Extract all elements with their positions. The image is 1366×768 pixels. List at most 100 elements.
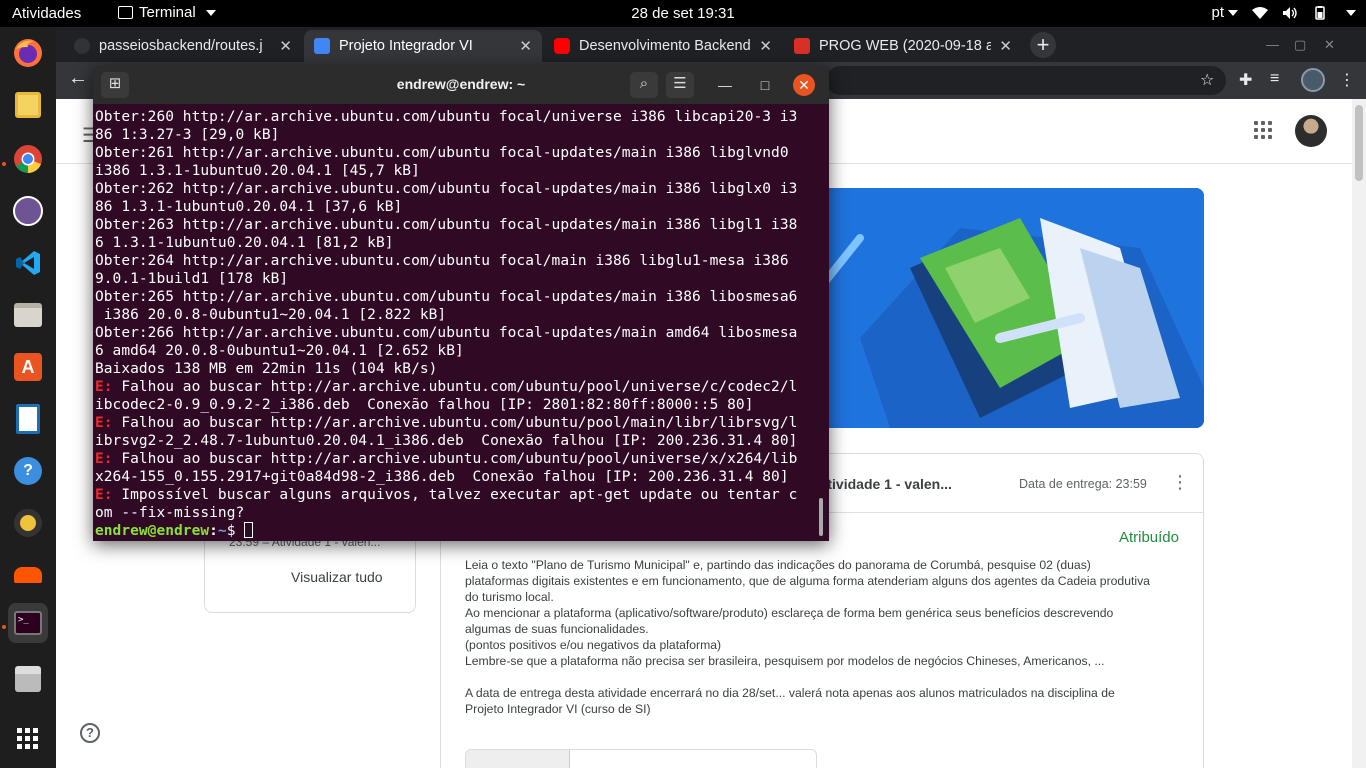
close-window-icon[interactable]: ✕ (1324, 37, 1335, 53)
address-bar[interactable] (826, 66, 1226, 95)
account-avatar[interactable] (1295, 115, 1327, 147)
minimize-icon[interactable]: — (714, 74, 736, 96)
output-line: 6 amd64 20.0.8-0ubuntu1~20.04.1 [2.652 k… (95, 343, 464, 359)
vscode-icon[interactable] (8, 243, 48, 283)
github-icon[interactable] (8, 191, 48, 231)
show-apps-icon[interactable] (8, 719, 48, 759)
notes-icon[interactable] (8, 85, 48, 125)
output-line: Obter:262 http://ar.archive.ubuntu.com/u… (95, 181, 798, 197)
output-line: Obter:260 http://ar.archive.ubuntu.com/u… (95, 109, 798, 125)
output-line: 86 1.3.1-1ubuntu0.20.04.1 [37,6 kB] (95, 199, 403, 215)
description-line: Leia o texto "Plano de Turismo Municipal… (465, 558, 1091, 572)
search-icon[interactable]: ⌕ (630, 72, 658, 98)
description-line: algumas de suas funcionalidades. (465, 622, 649, 636)
software-icon[interactable]: A (8, 347, 48, 387)
output-line: Obter:264 http://ar.archive.ubuntu.com/u… (95, 253, 789, 269)
activities-button[interactable]: Atividades (12, 5, 81, 22)
description-line: do turismo local. (465, 590, 554, 604)
extensions-icon[interactable]: ✚ (1239, 70, 1252, 90)
attachment-card[interactable] (465, 749, 817, 768)
firefox-icon[interactable] (8, 33, 48, 73)
soundcloud-icon[interactable] (8, 555, 48, 595)
files-icon[interactable] (8, 295, 48, 335)
tab-strip: passeiosbackend/routes.j ✕ Projeto Integ… (56, 27, 1366, 62)
status-badge: Atribuído (1118, 529, 1179, 546)
description-line: A data de entrega desta atividade encerr… (465, 686, 1115, 700)
disk-icon[interactable] (8, 659, 48, 699)
profile-avatar[interactable] (1301, 68, 1325, 92)
output-line: i386 20.0.8-0ubuntu1~20.04.1 [2.822 kB] (95, 307, 447, 323)
system-tray[interactable]: pt (1211, 4, 1356, 21)
terminal-output[interactable]: Obter:260 http://ar.archive.ubuntu.com/u… (95, 108, 819, 541)
new-tab-button[interactable]: + (1030, 32, 1056, 58)
tab-routes[interactable]: passeiosbackend/routes.j ✕ (64, 30, 302, 62)
terminal-titlebar[interactable]: ⊞ endrew@endrew: ~ ⌕ ☰ — □ ✕ (93, 66, 829, 104)
description-line: Ao mencionar a plataforma (aplicativo/so… (465, 606, 1114, 620)
tab-prog-web[interactable]: PROG WEB (2020-09-18 at ✕ (784, 30, 1022, 62)
output-line: Obter:263 http://ar.archive.ubuntu.com/u… (95, 217, 798, 233)
chrome-icon[interactable] (8, 139, 48, 179)
error-line: E: Falhou ao buscar http://ar.archive.ub… (95, 450, 819, 468)
error-tag: E: (95, 415, 113, 431)
error-line: om --fix-missing? (95, 505, 245, 521)
error-tag: E: (95, 487, 113, 503)
description-line (465, 669, 1185, 685)
output-line: 6 1.3.1-1ubuntu0.20.04.1 [81,2 kB] (95, 235, 394, 251)
due-date: Data de entrega: 23:59 (1019, 477, 1147, 491)
error-line: E: Impossível buscar alguns arquivos, ta… (95, 486, 819, 504)
close-icon[interactable]: ✕ (793, 74, 815, 96)
output-line: 86 1:3.27-3 [29,0 kB] (95, 127, 280, 143)
error-line: ibcodec2-0.9_0.9.2-2_i386.deb Conexão fa… (95, 397, 754, 413)
error-tag: E: (95, 379, 113, 395)
close-icon[interactable]: ✕ (519, 37, 532, 55)
media-control-icon[interactable]: ≡ (1270, 70, 1279, 88)
bookmark-star-icon[interactable]: ☆ (1200, 70, 1214, 90)
dock: A ? >_ (0, 27, 56, 768)
hamburger-menu-icon[interactable]: ☰ (666, 72, 694, 98)
language-selector[interactable]: pt (1211, 4, 1238, 21)
terminal-scrollbar[interactable] (819, 498, 823, 536)
prompt-path: ~ (217, 523, 227, 539)
error-line: ibrsvg2-2_2.48.7-1ubuntu0.20.04.1_i386.d… (95, 433, 798, 449)
terminal-icon[interactable]: >_ (8, 603, 48, 643)
error-text: Falhou ao buscar http://ar.archive.ubunt… (112, 379, 798, 395)
rhythmbox-icon[interactable] (8, 503, 48, 543)
error-text: Falhou ao buscar http://ar.archive.ubunt… (112, 451, 798, 467)
chevron-down-icon (205, 9, 216, 16)
minimize-icon[interactable]: — (1266, 37, 1279, 52)
volume-icon (1283, 6, 1297, 19)
menu-kebab-icon[interactable]: ⋮ (1339, 70, 1355, 90)
scrollbar-thumb[interactable] (1355, 105, 1363, 181)
close-icon[interactable]: ✕ (759, 37, 772, 55)
maximize-icon[interactable]: □ (754, 74, 776, 96)
output-line: Baixados 138 MB em 22min 11s (104 kB/s) (95, 361, 438, 377)
writer-icon[interactable] (8, 399, 48, 439)
tab-desenvolvimento[interactable]: Desenvolvimento Backend ✕ (544, 30, 782, 62)
back-icon[interactable]: ← (68, 67, 88, 90)
view-all-link[interactable]: Visualizar tudo (291, 569, 383, 585)
close-icon[interactable]: ✕ (279, 37, 292, 55)
app-menu[interactable]: Terminal (118, 4, 216, 21)
tab-projeto-integrador[interactable]: Projeto Integrador VI ✕ (304, 30, 542, 62)
help-icon[interactable]: ? (80, 723, 100, 743)
output-line: Obter:266 http://ar.archive.ubuntu.com/u… (95, 325, 798, 341)
maximize-icon[interactable]: ▢ (1294, 37, 1306, 53)
prompt-line[interactable]: endrew@endrew:~$ (95, 522, 819, 540)
close-icon[interactable]: ✕ (999, 37, 1012, 55)
chevron-down-icon (1346, 9, 1356, 16)
help-icon[interactable]: ? (8, 451, 48, 491)
output-line: i386 1.3.1-1ubuntu0.20.04.1 [45,7 kB] (95, 163, 420, 179)
running-indicator (2, 625, 6, 629)
description-line: plataformas digitais existentes e em fun… (465, 574, 1150, 588)
output-line: 9.0.1-1build1 [178 kB] (95, 271, 289, 287)
attachment-thumbnail (466, 750, 570, 768)
more-options-icon[interactable]: ⋮ (1171, 472, 1189, 493)
battery-icon (1315, 5, 1325, 20)
app-menu-label: Terminal (139, 4, 196, 21)
description-line: Projeto Integrador VI (curso de SI) (465, 702, 651, 716)
prompt-symbol: $ (226, 523, 245, 539)
error-line: E: Falhou ao buscar http://ar.archive.ub… (95, 414, 819, 432)
error-text: Falhou ao buscar http://ar.archive.ubunt… (112, 415, 798, 431)
page-scrollbar[interactable] (1352, 99, 1366, 768)
google-apps-icon[interactable] (1254, 121, 1272, 139)
